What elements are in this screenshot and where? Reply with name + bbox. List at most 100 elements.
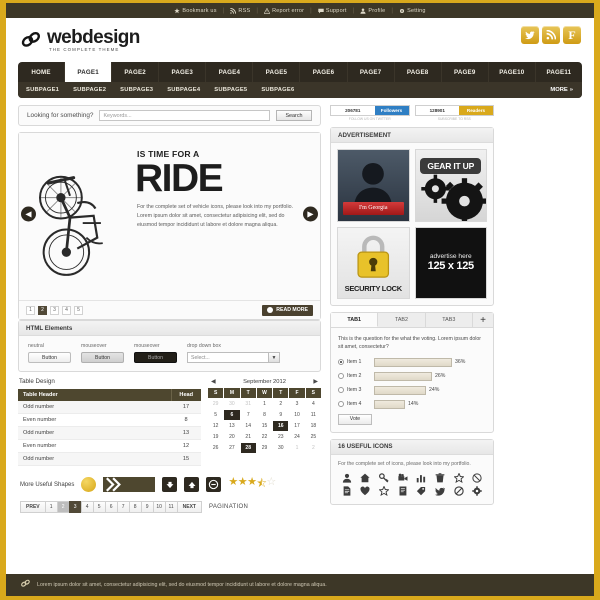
calendar-next-button[interactable]: ▶ — [313, 378, 318, 385]
calendar-day[interactable]: 10 — [289, 410, 305, 420]
pagination-next[interactable]: NEXT — [176, 501, 202, 513]
topbar-item-support[interactable]: Support — [318, 8, 347, 14]
search-input[interactable]: Keywords... — [99, 110, 270, 121]
read-more-button[interactable]: READ MORE — [262, 304, 313, 316]
calendar-day[interactable]: 2 — [273, 399, 289, 409]
pagination-page-1[interactable]: 1 — [44, 501, 57, 513]
tab-3[interactable]: TAB3 — [426, 313, 473, 327]
calendar-day[interactable]: 30 — [224, 399, 240, 409]
calendar-day[interactable]: 15 — [256, 421, 273, 431]
pagination-page-2[interactable]: 2 — [56, 501, 69, 513]
calendar-day[interactable]: 3 — [289, 399, 305, 409]
nav-item-page5[interactable]: PAGE5 — [253, 62, 301, 82]
im-georgia-button[interactable]: I'm Georgia — [342, 201, 404, 215]
calendar-day-selected[interactable]: 28 — [240, 443, 256, 453]
nav-item-page7[interactable]: PAGE7 — [348, 62, 395, 82]
calendar-day[interactable]: 12 — [208, 421, 224, 431]
minus-circle-icon[interactable] — [206, 477, 222, 492]
table-row[interactable]: Odd number 15 — [18, 452, 201, 466]
dropdown-select[interactable]: Select... ▼ — [187, 352, 280, 363]
pagination-page-7[interactable]: 7 — [116, 501, 129, 513]
advertise-here-ad[interactable]: advertise here 125 x 125 — [414, 226, 487, 299]
calendar-day[interactable]: 9 — [273, 410, 289, 420]
calendar-day[interactable]: 17 — [289, 421, 305, 431]
calendar-day[interactable]: 29 — [256, 443, 273, 453]
twitter-counter[interactable]: 206781 Followers FOLLOW US ON TWITTER — [330, 105, 410, 121]
rss-icon[interactable] — [542, 26, 560, 44]
document-icon[interactable] — [338, 486, 356, 496]
bar-chart-icon[interactable] — [413, 473, 431, 483]
demo-button-neutral[interactable]: Button — [28, 352, 71, 363]
twitter-icon[interactable] — [521, 26, 539, 44]
trash-icon[interactable] — [431, 472, 449, 483]
table-row[interactable]: Odd number 13 — [18, 426, 201, 440]
topbar-item-report-error[interactable]: Report error — [263, 7, 304, 14]
slider-dot-4[interactable]: 4 — [62, 305, 71, 315]
table-row[interactable]: Even number 8 — [18, 413, 201, 427]
nav-item-page8[interactable]: PAGE8 — [395, 62, 442, 82]
radio-icon[interactable] — [338, 387, 344, 394]
nav-item-home[interactable]: HOME — [18, 62, 66, 82]
nav-item-page4[interactable]: PAGE4 — [206, 62, 254, 82]
pagination-page-6[interactable]: 6 — [104, 501, 117, 513]
gear-it-up-ad[interactable]: GEAR IT UP — [414, 149, 487, 222]
pagination-prev[interactable]: PREV — [20, 501, 45, 513]
user-icon[interactable] — [338, 473, 356, 483]
no-entry-icon[interactable] — [468, 473, 486, 483]
calendar-day[interactable]: 31 — [240, 399, 256, 409]
nav-more-button[interactable]: MORE » — [550, 87, 573, 93]
nav-item-page9[interactable]: PAGE9 — [442, 62, 489, 82]
calendar-day[interactable]: 11 — [305, 410, 321, 420]
subnav-item-3[interactable]: SUBPAGE3 — [120, 87, 153, 93]
topbar-item-profile[interactable]: Profile — [360, 8, 385, 14]
calendar-day[interactable]: 21 — [240, 432, 256, 442]
facebook-icon[interactable]: F — [563, 26, 581, 44]
demo-button-hover[interactable]: Button — [81, 352, 124, 363]
key-icon[interactable] — [375, 472, 393, 483]
nav-item-page6[interactable]: PAGE6 — [300, 62, 348, 82]
star-icon[interactable] — [450, 472, 468, 483]
site-logo[interactable]: webdesign THE COMPLETE THEME — [20, 28, 140, 52]
subnav-item-5[interactable]: SUBPAGE5 — [214, 87, 247, 93]
pagination-page-3[interactable]: 3 — [68, 501, 81, 513]
vote-button[interactable]: Vote — [338, 413, 372, 425]
subnav-item-2[interactable]: SUBPAGE2 — [73, 87, 106, 93]
calendar-day[interactable]: 30 — [273, 443, 289, 453]
calendar-day[interactable]: 1 — [256, 399, 273, 409]
calendar-day[interactable]: 5 — [208, 410, 224, 420]
tab-1[interactable]: TAB1 — [331, 313, 379, 327]
im-georgia-ad[interactable]: I'm Georgia — [337, 149, 410, 222]
calendar-day[interactable]: 4 — [305, 399, 321, 409]
slider-dot-1[interactable]: 1 — [26, 305, 35, 315]
heart-icon[interactable] — [357, 486, 375, 496]
calendar-day[interactable]: 27 — [224, 443, 240, 453]
poll-option-3[interactable]: Item 3 24% — [338, 385, 486, 395]
radio-icon[interactable] — [338, 359, 344, 366]
arrow-up-icon[interactable] — [184, 477, 200, 492]
calendar-day[interactable]: 7 — [240, 410, 256, 420]
star-rating[interactable]: ★ ★ ★ ⯪ ☆ — [228, 475, 276, 494]
demo-button-dark[interactable]: Button — [134, 352, 177, 363]
subnav-item-6[interactable]: SUBPAGE6 — [261, 87, 294, 93]
pagination-page-9[interactable]: 9 — [140, 501, 153, 513]
table-row[interactable]: Odd number 17 — [18, 401, 201, 414]
radio-icon[interactable] — [338, 373, 344, 380]
arrow-down-icon[interactable] — [162, 477, 178, 492]
radio-icon[interactable] — [338, 401, 344, 408]
book-icon[interactable] — [394, 486, 412, 496]
calendar-prev-button[interactable]: ◀ — [211, 378, 216, 385]
home-icon[interactable] — [357, 473, 375, 483]
calendar-day[interactable]: 13 — [224, 421, 240, 431]
calendar-day[interactable]: 18 — [305, 421, 321, 431]
gear-icon[interactable] — [468, 485, 486, 496]
calendar-day[interactable]: 23 — [273, 432, 289, 442]
block-icon[interactable] — [450, 485, 468, 496]
poll-option-1[interactable]: Item 1 36% — [338, 357, 486, 367]
star-outline-icon[interactable] — [375, 485, 393, 496]
tag-icon[interactable] — [413, 486, 431, 496]
search-button[interactable]: Search — [276, 110, 312, 121]
calendar-day-selected[interactable]: 6 — [224, 410, 240, 420]
calendar-day[interactable]: 26 — [208, 443, 224, 453]
calendar-day[interactable]: 19 — [208, 432, 224, 442]
calendar-day[interactable]: 8 — [256, 410, 273, 420]
